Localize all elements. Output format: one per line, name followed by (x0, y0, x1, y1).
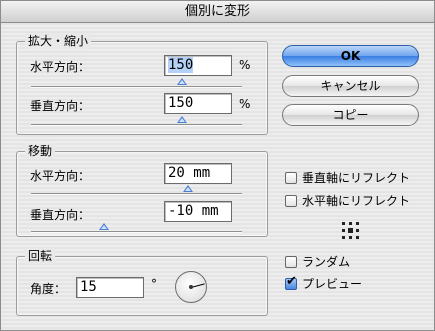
scale-vertical-unit: % (239, 97, 251, 111)
reflect-vertical-checkbox[interactable] (285, 172, 297, 184)
angle-dial-icon[interactable] (175, 271, 207, 303)
reference-point-grid-icon[interactable] (342, 222, 359, 239)
preview-checkbox[interactable] (285, 274, 297, 290)
angle-dial-center (189, 285, 193, 289)
move-horizontal-slider-track[interactable] (31, 193, 242, 195)
scale-horizontal-unit: % (239, 58, 251, 72)
rotate-legend: 回転 (25, 248, 56, 264)
move-horizontal-label: 水平方向： (30, 169, 91, 183)
move-vertical-input[interactable]: -10 mm (164, 201, 232, 222)
move-vertical-value: -10 mm (168, 203, 219, 219)
scale-horizontal-value: 150 (168, 57, 194, 73)
transform-each-dialog: 個別に変形 拡大・縮小 水平方向： 150 % 垂直方向： 150 % 移動 水… (0, 0, 435, 331)
dialog-title: 個別に変形 (1, 1, 434, 23)
reflect-horizontal-label[interactable]: 水平軸にリフレクト (302, 192, 410, 209)
scale-horizontal-slider-track[interactable] (31, 86, 242, 88)
move-vertical-label: 垂直方向： (30, 208, 91, 222)
scale-vertical-slider-track[interactable] (31, 124, 242, 126)
scale-horizontal-label: 水平方向： (30, 60, 91, 74)
random-label[interactable]: ランダム (302, 253, 350, 270)
move-vertical-slider-thumb[interactable] (99, 223, 109, 230)
cancel-button[interactable]: キャンセル (282, 75, 419, 97)
angle-input[interactable]: 15 (76, 277, 144, 298)
scale-horizontal-slider-thumb[interactable] (177, 78, 187, 85)
scale-legend: 拡大・縮小 (25, 33, 92, 49)
move-vertical-slider-track[interactable] (31, 231, 242, 233)
scale-vertical-input[interactable]: 150 (164, 93, 232, 114)
scale-vertical-value: 150 (168, 95, 194, 111)
reflect-vertical-label[interactable]: 垂直軸にリフレクト (302, 169, 410, 186)
move-horizontal-value: 20 mm (168, 165, 211, 181)
move-horizontal-input[interactable]: 20 mm (164, 163, 232, 184)
scale-vertical-slider-thumb[interactable] (177, 116, 187, 123)
angle-value: 15 (80, 279, 97, 295)
scale-vertical-label: 垂直方向： (30, 99, 91, 113)
ok-button[interactable]: OK (282, 45, 419, 67)
copy-button[interactable]: コピー (282, 104, 419, 126)
preview-label[interactable]: プレビュー (302, 275, 362, 292)
degree-unit: ° (151, 277, 157, 291)
scale-horizontal-input[interactable]: 150 (164, 55, 232, 76)
move-horizontal-slider-thumb[interactable] (183, 185, 193, 192)
random-checkbox[interactable] (285, 256, 297, 268)
move-legend: 移動 (25, 143, 56, 159)
angle-label: 角度： (30, 282, 67, 296)
reflect-horizontal-checkbox[interactable] (285, 195, 297, 207)
